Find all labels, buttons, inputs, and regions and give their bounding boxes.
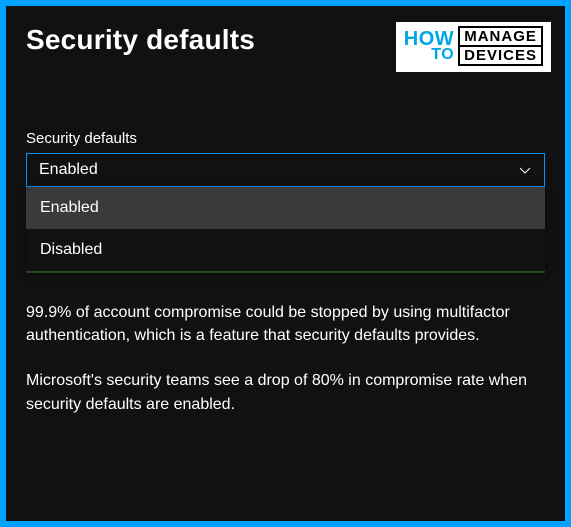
panel-header: Security defaults HOW TO MANAGE DEVICES: [26, 24, 545, 72]
logo-text-manage: MANAGE: [458, 26, 543, 47]
logo-right: MANAGE DEVICES: [458, 26, 543, 66]
option-label: Enabled: [40, 199, 99, 217]
logo-text-devices: DEVICES: [458, 47, 543, 66]
dropdown-option-disabled[interactable]: Disabled: [26, 229, 545, 271]
security-defaults-field: Security defaults Enabled Enabled Disabl…: [26, 130, 545, 273]
description-text: 99.9% of account compromise could be sto…: [26, 301, 545, 416]
page-title: Security defaults: [26, 24, 255, 56]
brand-logo: HOW TO MANAGE DEVICES: [396, 22, 551, 72]
security-defaults-panel: Security defaults HOW TO MANAGE DEVICES …: [6, 6, 565, 521]
logo-left: HOW TO: [404, 30, 454, 62]
logo-text-to: TO: [431, 48, 454, 62]
option-label: Disabled: [40, 241, 102, 259]
security-defaults-select[interactable]: Enabled: [26, 153, 545, 187]
description-paragraph-2: Microsoft's security teams see a drop of…: [26, 369, 545, 415]
chevron-down-icon: [518, 163, 532, 177]
dropdown-option-enabled[interactable]: Enabled: [26, 187, 545, 229]
field-label: Security defaults: [26, 130, 545, 147]
field-underline: [26, 271, 545, 273]
dropdown-list: Enabled Disabled: [26, 187, 545, 271]
select-value: Enabled: [39, 161, 98, 179]
description-paragraph-1: 99.9% of account compromise could be sto…: [26, 301, 545, 347]
